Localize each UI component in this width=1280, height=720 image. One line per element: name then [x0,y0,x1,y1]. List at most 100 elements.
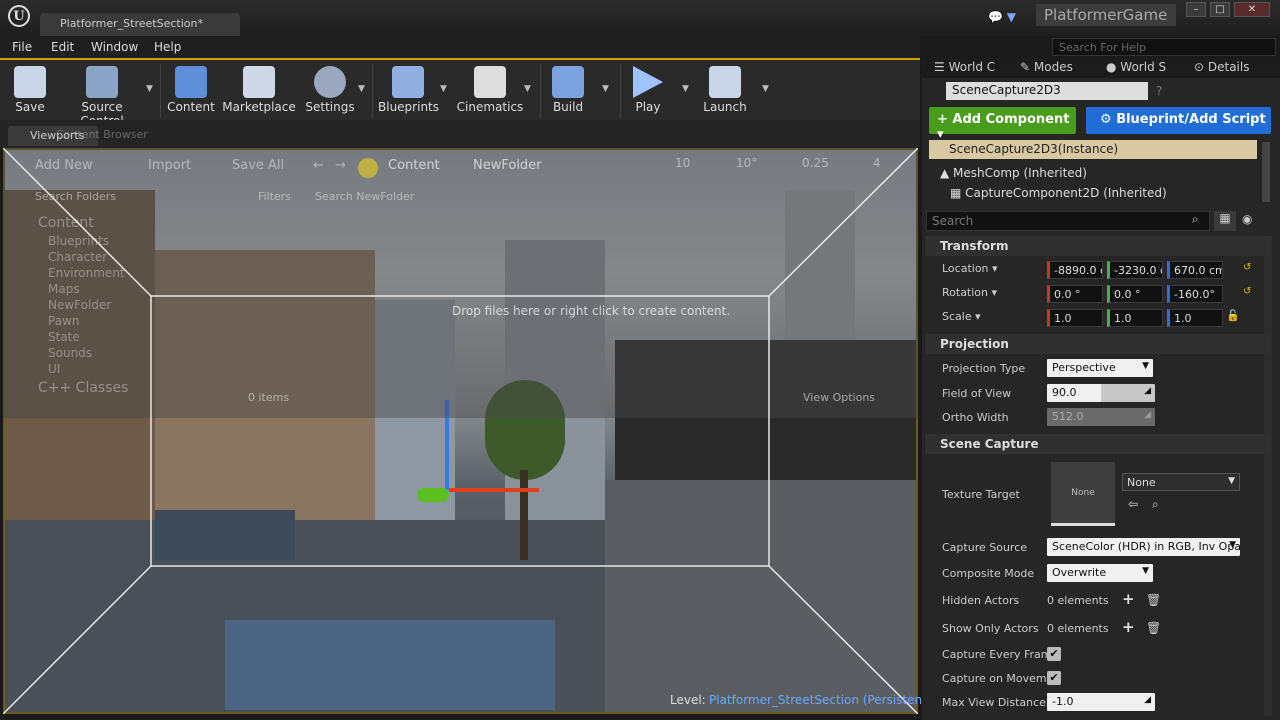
play-label: Play [635,100,661,114]
close-button[interactable]: ✕ [1234,2,1270,17]
add-component-button[interactable]: + Add Component ▾ [929,107,1076,142]
drag-handle-icon: ◢ [1144,386,1151,396]
details-search-input[interactable]: Search [926,211,1210,231]
scene-capture-section-header[interactable]: Scene Capture [925,434,1270,454]
play-dropdown-icon[interactable]: ▼ [682,84,689,94]
details-scrollbar[interactable] [1264,236,1272,716]
minimize-button[interactable]: – [1186,2,1206,17]
clear-hidden-actors-icon[interactable]: 🗑 [1146,593,1161,607]
max-view-distance-field[interactable]: -1.0 ◢ [1047,693,1155,711]
blueprint-add-script-button[interactable]: ⚙ Blueprint/Add Script [1086,107,1271,134]
add-show-only-actor-icon[interactable]: + [1122,618,1135,636]
source-control-dropdown-icon[interactable]: ▼ [146,84,153,94]
projection-type-dropdown[interactable]: Perspective ▼ [1047,359,1153,377]
show-only-actors-count: 0 elements [1047,622,1109,635]
rotation-z-field[interactable]: -160.0° [1167,285,1223,303]
rotation-label[interactable]: Rotation ▾ [942,286,997,299]
property-matrix-icon[interactable]: ▦ [1214,211,1236,231]
menu-window[interactable]: Window [91,40,138,54]
scale-label[interactable]: Scale ▾ [942,310,981,323]
content-label: Content [167,100,215,114]
use-selected-arrow-icon[interactable]: ⇦ [1128,497,1138,511]
composite-mode-dropdown[interactable]: Overwrite ▼ [1047,564,1153,582]
clear-show-only-actors-icon[interactable]: 🗑 [1146,621,1161,635]
blueprints-dropdown-icon[interactable]: ▼ [440,84,447,94]
add-hidden-actor-icon[interactable]: + [1122,590,1135,608]
component-capture-item[interactable]: ▦ CaptureComponent2D (Inherited) [950,186,1167,200]
scale-lock-icon[interactable]: 🔓 [1226,309,1240,322]
show-only-actors-label: Show Only Actors [942,622,1039,635]
rotation-x-field[interactable]: 0.0 ° [1047,285,1103,303]
transform-section-header[interactable]: Transform [925,236,1270,256]
scale-y-field[interactable]: 1.0 [1107,309,1163,327]
chevron-down-icon: ▼ [1142,361,1149,371]
tab-world-outliner[interactable]: ☰ World C [934,60,995,74]
content-button[interactable]: Content [166,62,216,120]
build-button[interactable]: Build [546,62,590,120]
scale-x-field[interactable]: 1.0 [1047,309,1103,327]
components-scrollbar[interactable] [1262,142,1270,202]
field-of-view-slider[interactable]: 90.0 ◢ [1047,384,1155,402]
toolbar-separator [620,64,621,118]
actor-name-field[interactable]: SceneCapture2D3 [946,82,1148,100]
capture-on-movement-label: Capture on Moveme [942,672,1054,685]
cinematics-dropdown-icon[interactable]: ▼ [524,84,531,94]
cinematics-button[interactable]: Cinematics [456,62,524,120]
reset-location-icon[interactable]: ↺ [1243,262,1251,273]
menu-file[interactable]: File [12,40,32,54]
menu-edit[interactable]: Edit [51,40,74,54]
marketplace-label: Marketplace [222,100,296,114]
scale-z-field[interactable]: 1.0 [1167,309,1223,327]
unreal-logo-icon: U [8,5,30,27]
marketplace-button[interactable]: Marketplace [222,62,296,120]
tab-world-settings[interactable]: ● World S [1106,60,1166,74]
blueprints-button[interactable]: Blueprints [378,62,439,120]
rotation-y-field[interactable]: 0.0 ° [1107,285,1163,303]
tab-details[interactable]: ⊙ Details [1194,60,1249,74]
location-y-field[interactable]: -3230.0 c [1107,261,1163,279]
drag-handle-icon: ◢ [1144,410,1151,420]
projection-type-label: Projection Type [942,362,1026,375]
settings-dropdown-icon[interactable]: ▼ [358,84,365,94]
texture-target-dropdown[interactable]: None ▼ [1122,473,1240,491]
main-toolbar: Save Source Control ▼ Content Marketplac… [0,58,920,128]
component-mesh-item[interactable]: ▲ MeshComp (Inherited) [940,166,1087,180]
notification-icon[interactable]: 💬 ▼ [988,10,1016,24]
capture-source-dropdown[interactable]: SceneColor (HDR) in RGB, Inv Opa ▼ [1047,538,1240,556]
location-label[interactable]: Location ▾ [942,262,998,275]
projection-section-header[interactable]: Projection [925,334,1270,354]
capture-on-movement-checkbox[interactable]: ✔ [1047,671,1061,685]
help-icon[interactable]: ? [1156,84,1162,98]
chevron-down-icon: ▼ [1228,476,1235,486]
tab-modes[interactable]: ✎ Modes [1020,60,1073,74]
capture-every-frame-label: Capture Every Fram [942,648,1052,661]
save-button[interactable]: Save [6,62,54,120]
reset-rotation-icon[interactable]: ↺ [1243,286,1251,297]
details-icon: ⊙ [1194,60,1208,74]
play-icon [633,66,663,98]
texture-target-thumbnail[interactable]: None [1051,462,1115,526]
launch-dropdown-icon[interactable]: ▼ [762,84,769,94]
browse-search-icon[interactable]: ⌕ [1152,497,1159,512]
launch-button[interactable]: Launch [700,62,750,120]
menu-help[interactable]: Help [154,40,181,54]
camera-frustum [3,148,918,714]
tab-content-browser[interactable]: Content Browser [56,128,148,141]
component-root-item[interactable]: SceneCapture2D3(Instance) [929,140,1257,159]
modes-icon: ✎ [1020,60,1034,74]
level-document-tab[interactable]: Platformer_StreetSection* [40,13,240,36]
capture-every-frame-checkbox[interactable]: ✔ [1047,647,1061,661]
play-button[interactable]: Play [626,62,670,120]
drag-handle-icon: ◢ [1144,695,1151,705]
texture-target-label: Texture Target [942,488,1020,501]
build-dropdown-icon[interactable]: ▼ [602,84,609,94]
field-of-view-label: Field of View [942,387,1012,400]
location-x-field[interactable]: -8890.0 c [1047,261,1103,279]
help-search-input[interactable]: Search For Help [1052,38,1276,56]
source-control-button[interactable]: Source Control [58,62,146,128]
maximize-button[interactable]: □ [1210,2,1230,17]
location-z-field[interactable]: 670.0 cm [1167,261,1223,279]
settings-button[interactable]: Settings [304,62,356,120]
eye-icon[interactable]: ◉ [1242,212,1252,226]
launch-icon [709,66,741,98]
